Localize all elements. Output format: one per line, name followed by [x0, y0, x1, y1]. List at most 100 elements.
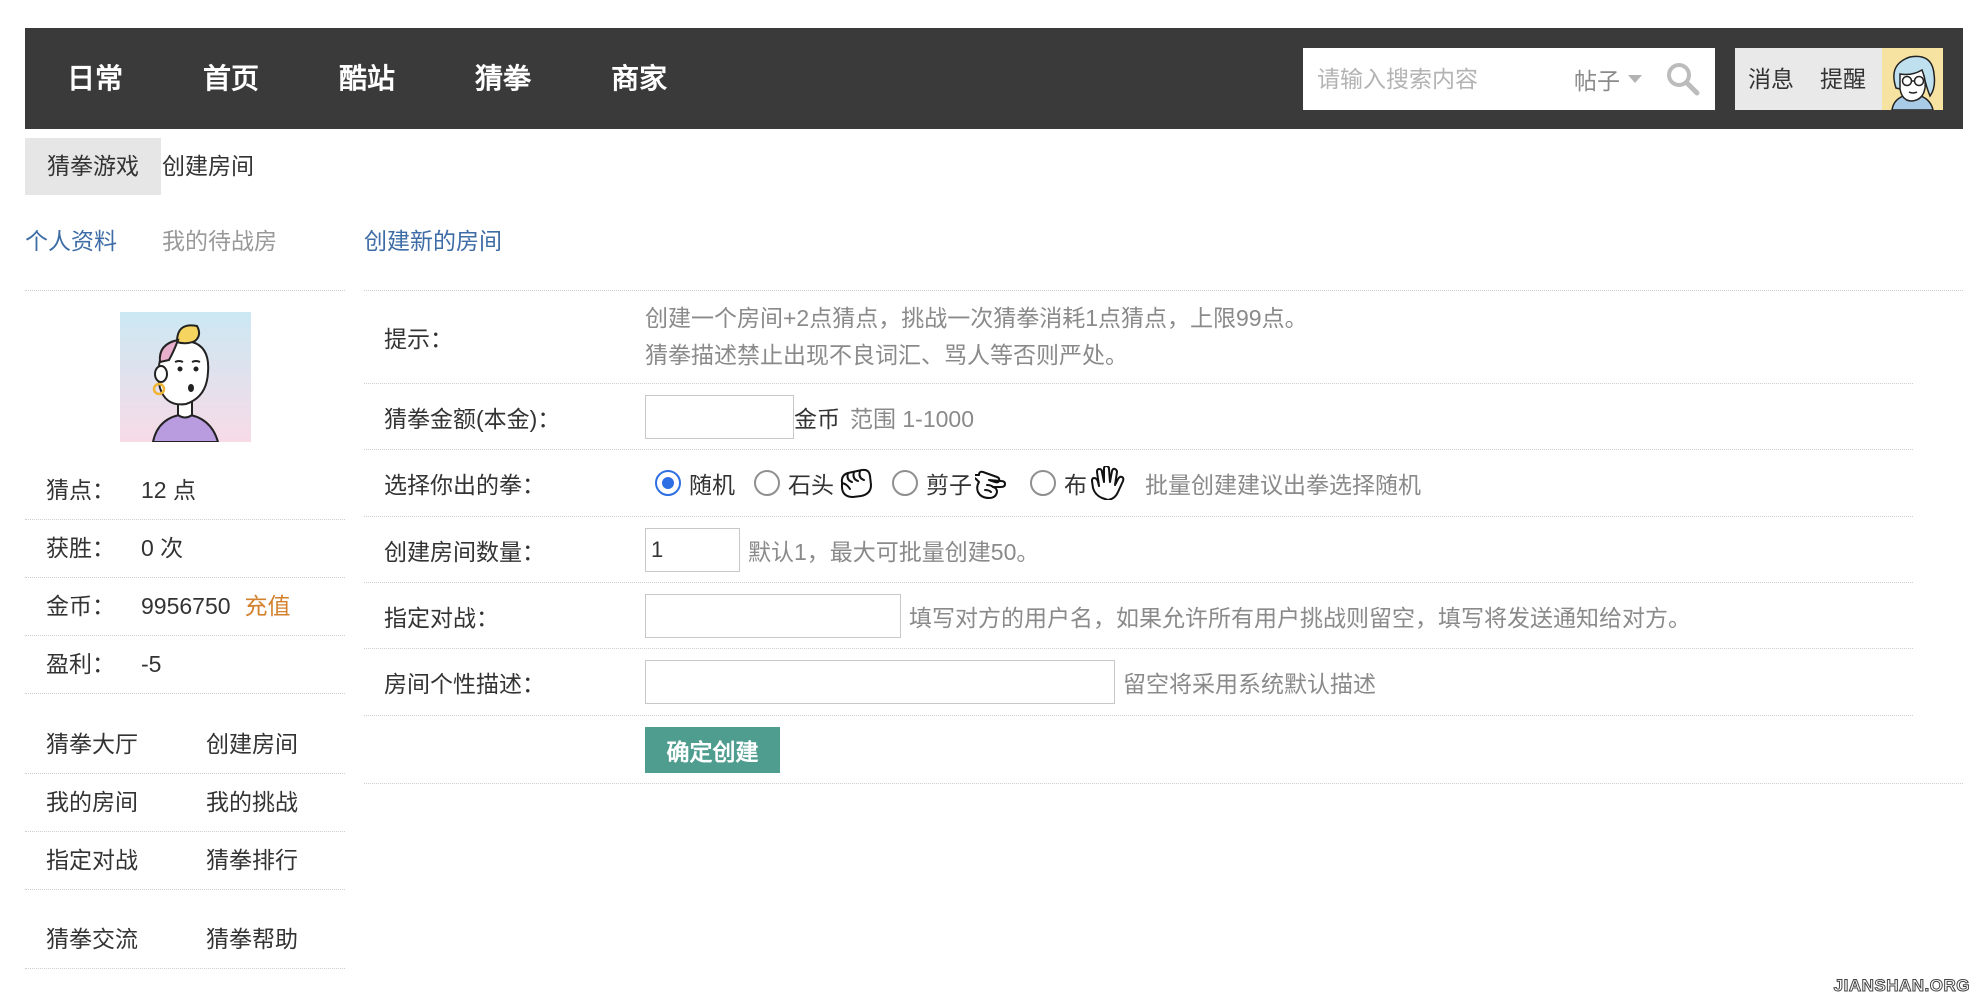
- scissors-hand-icon: [972, 466, 1011, 500]
- hand-radio-group: 随机 石头 剪子 布 批量创建建议出拳选择随机: [655, 465, 1421, 501]
- form-row-count: 创建房间数量： 默认1，最大可批量创建50。: [364, 517, 1913, 583]
- hand-option-rock[interactable]: 石头: [754, 466, 873, 500]
- tip-label: 提示：: [384, 326, 453, 352]
- opponent-label: 指定对战：: [384, 604, 499, 631]
- stat-value-wins: 0 次: [141, 535, 184, 561]
- form-row-amount: 猜拳金额(本金)： 金币 范围 1-1000: [364, 384, 1913, 450]
- nav-item-home[interactable]: 首页: [203, 28, 259, 129]
- nav-item-merchants[interactable]: 商家: [611, 28, 667, 129]
- stat-row: 盈利： -5: [25, 636, 345, 694]
- watermark: JIANSHAN.ORG: [1833, 976, 1970, 996]
- nav-item-rps-game[interactable]: 猜拳: [475, 28, 531, 129]
- link-game-hall[interactable]: 猜拳大厅: [46, 716, 138, 773]
- nav-item-daily[interactable]: 日常: [67, 28, 123, 129]
- stat-row: 猜点： 12 点: [25, 462, 345, 520]
- link-create-room[interactable]: 创建房间: [206, 716, 298, 773]
- stat-label-points: 猜点：: [46, 477, 115, 503]
- link-my-challenges[interactable]: 我的挑战: [206, 774, 298, 831]
- community-links: 猜拳交流 猜拳帮助: [25, 911, 345, 969]
- amount-label: 猜拳金额(本金)：: [384, 405, 561, 432]
- search-icon[interactable]: [1665, 61, 1701, 97]
- stat-value-profit: -5: [141, 651, 162, 677]
- count-field-group: 默认1，最大可批量创建50。: [645, 527, 1040, 572]
- main-menu: 日常 首页 酷站 猜拳 商家: [67, 28, 667, 129]
- hand-field-group: 随机 石头 剪子 布 批量创建建议出拳选择随机: [645, 465, 1421, 501]
- tip-text: 创建一个房间+2点猜点，挑战一次猜拳消耗1点猜点，上限99点。 猜拳描述禁止出现…: [645, 300, 1308, 374]
- profile-sidebar: 猜点： 12 点 获胜： 0 次 金币： 9956750 充值 盈利： -5 猜拳…: [25, 290, 345, 970]
- stat-value-coins-group: 9956750 充值: [141, 578, 291, 635]
- hand-option-label: 随机: [689, 472, 735, 498]
- reminders-link[interactable]: 提醒: [1820, 48, 1866, 110]
- top-navigation-bar: 日常 首页 酷站 猜拳 商家 帖子 消息 提醒: [25, 28, 1963, 129]
- hand-option-paper[interactable]: 布: [1030, 465, 1126, 501]
- amount-range-hint: 范围 1-1000: [850, 405, 975, 432]
- user-panel: 消息 提醒: [1735, 48, 1943, 111]
- link-row: 猜拳大厅 创建房间: [25, 716, 345, 774]
- hand-option-scissors[interactable]: 剪子: [892, 466, 1011, 500]
- link-discussion[interactable]: 猜拳交流: [46, 911, 138, 968]
- stat-label-profit: 盈利：: [46, 651, 115, 677]
- search-type-dropdown[interactable]: 帖子: [1574, 48, 1642, 110]
- radio-scissors[interactable]: [892, 470, 918, 496]
- description-hint: 留空将采用系统默认描述: [1123, 671, 1376, 697]
- form-row-submit: 确定创建: [364, 716, 1963, 784]
- hand-label: 选择你出的拳：: [384, 472, 545, 498]
- form-row-description: 房间个性描述： 留空将采用系统默认描述: [364, 649, 1913, 716]
- user-avatar[interactable]: [1882, 48, 1943, 111]
- tab-profile[interactable]: 个人资料: [25, 224, 117, 258]
- search-type-label: 帖子: [1574, 68, 1620, 94]
- link-row: 猜拳交流 猜拳帮助: [25, 911, 345, 969]
- opponent-field-group: 填写对方的用户名，如果允许所有用户挑战则留空，填写将发送通知给对方。: [645, 593, 1691, 638]
- profile-stats: 猜点： 12 点 获胜： 0 次 金币： 9956750 充值 盈利： -5: [25, 462, 345, 694]
- caret-down-icon: [1628, 75, 1642, 83]
- opponent-hint: 填写对方的用户名，如果允许所有用户挑战则留空，填写将发送通知给对方。: [909, 604, 1691, 631]
- opponent-username-input[interactable]: [645, 593, 901, 638]
- radio-random[interactable]: [655, 470, 681, 496]
- search-input[interactable]: [1317, 48, 1557, 110]
- game-links: 猜拳大厅 创建房间 我的房间 我的挑战 指定对战 猜拳排行: [25, 716, 345, 890]
- form-row-tip: 提示： 创建一个房间+2点猜点，挑战一次猜拳消耗1点猜点，上限99点。 猜拳描述…: [364, 291, 1913, 384]
- count-hint: 默认1，最大可批量创建50。: [748, 538, 1040, 565]
- create-room-form: 提示： 创建一个房间+2点猜点，挑战一次猜拳消耗1点猜点，上限99点。 猜拳描述…: [364, 290, 1963, 784]
- amount-field-group: 金币 范围 1-1000: [645, 394, 975, 439]
- avatar: [120, 312, 251, 443]
- stat-label-coins: 金币：: [46, 593, 115, 619]
- link-row: 我的房间 我的挑战: [25, 774, 345, 832]
- description-label: 房间个性描述：: [384, 671, 545, 697]
- link-designated-match[interactable]: 指定对战: [46, 832, 138, 889]
- room-count-input[interactable]: [645, 527, 740, 572]
- stat-value-points: 12 点: [141, 477, 196, 503]
- stat-value-coins: 9956750: [141, 593, 231, 619]
- fist-icon: [837, 466, 873, 500]
- link-my-rooms[interactable]: 我的房间: [46, 774, 138, 831]
- form-row-hand: 选择你出的拳： 随机 石头 剪子 布 批量创建建议出拳选择随机: [364, 450, 1913, 517]
- tab-create-room[interactable]: 创建新的房间: [364, 224, 502, 258]
- recharge-link[interactable]: 充值: [245, 593, 291, 619]
- palm-icon: [1090, 465, 1126, 501]
- tip-line: 猜拳描述禁止出现不良词汇、骂人等否则严处。: [645, 342, 1128, 368]
- tab-waiting-rooms[interactable]: 我的待战房: [162, 224, 277, 258]
- create-room-button[interactable]: 确定创建: [645, 726, 780, 773]
- amount-unit: 金币: [794, 405, 840, 432]
- hand-option-label: 布: [1064, 472, 1087, 498]
- stat-row: 获胜： 0 次: [25, 520, 345, 578]
- room-description-input[interactable]: [645, 660, 1115, 704]
- link-help[interactable]: 猜拳帮助: [206, 911, 298, 968]
- form-row-opponent: 指定对战： 填写对方的用户名，如果允许所有用户挑战则留空，填写将发送通知给对方。: [364, 583, 1913, 649]
- breadcrumb-section-link[interactable]: 猜拳游戏: [25, 138, 161, 195]
- radio-rock[interactable]: [754, 470, 780, 496]
- stat-row: 金币： 9956750 充值: [25, 578, 345, 636]
- amount-input[interactable]: [645, 394, 794, 439]
- hand-option-random[interactable]: 随机: [655, 466, 735, 500]
- link-row: 指定对战 猜拳排行: [25, 832, 345, 890]
- link-leaderboard[interactable]: 猜拳排行: [206, 832, 298, 889]
- tip-line: 创建一个房间+2点猜点，挑战一次猜拳消耗1点猜点，上限99点。: [645, 305, 1308, 331]
- messages-link[interactable]: 消息: [1748, 48, 1794, 110]
- radio-paper[interactable]: [1030, 470, 1056, 496]
- count-label: 创建房间数量：: [384, 538, 545, 565]
- nav-item-cool-sites[interactable]: 酷站: [339, 28, 395, 129]
- hand-option-label: 剪子: [926, 472, 972, 498]
- hand-option-label: 石头: [788, 472, 834, 498]
- description-field-group: 留空将采用系统默认描述: [645, 660, 1376, 704]
- stat-label-wins: 获胜：: [46, 535, 115, 561]
